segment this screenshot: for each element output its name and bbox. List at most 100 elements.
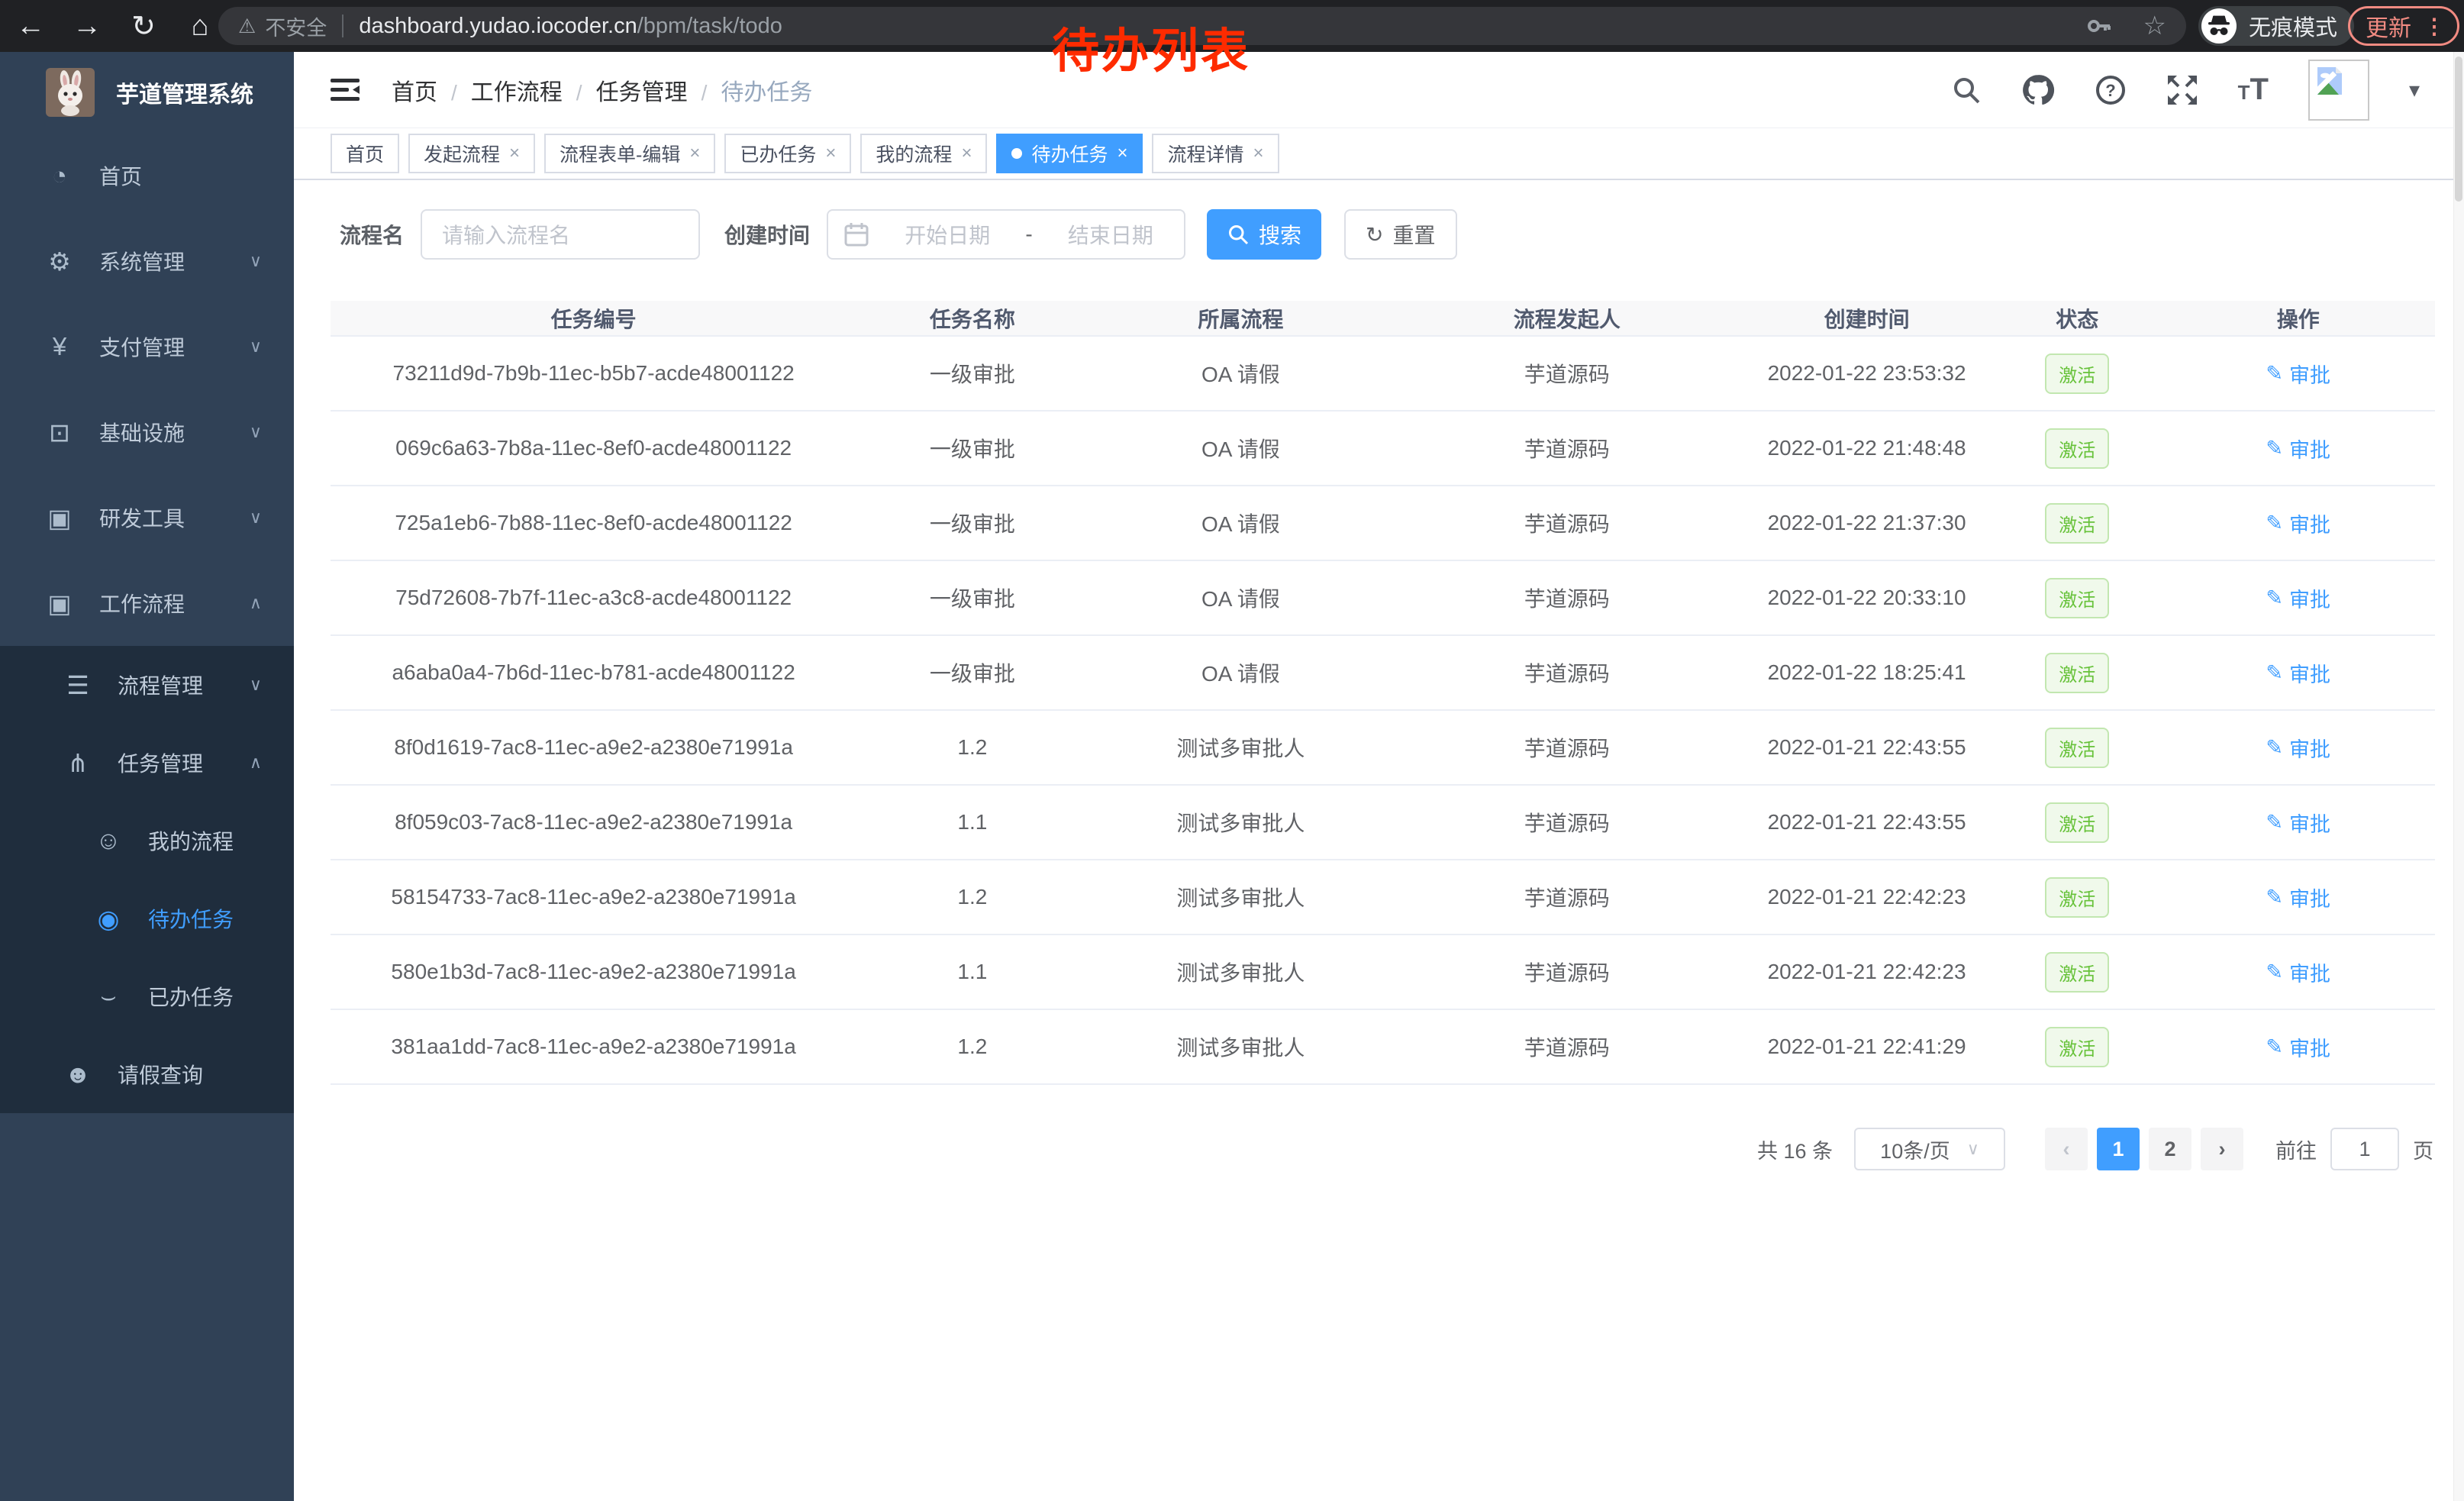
sidebar-item-label: 系统管理: [99, 246, 185, 276]
page-number-button[interactable]: 2: [2149, 1128, 2191, 1170]
reload-icon[interactable]: ↻: [127, 9, 160, 44]
approve-button[interactable]: ✎ 审批: [2266, 1032, 2330, 1062]
sidebar-item[interactable]: ▣ 工作流程 ∧: [0, 560, 294, 646]
approve-button[interactable]: ✎ 审批: [2266, 583, 2330, 613]
font-size-icon[interactable]: TT: [2238, 73, 2269, 107]
fullscreen-icon[interactable]: [2166, 74, 2198, 106]
starter-cell: 芋道源码: [1393, 657, 1740, 688]
key-icon[interactable]: [2085, 12, 2113, 40]
task-id-cell: 58154733-7ac8-11ec-a9e2-a2380e71991a: [331, 885, 856, 909]
table-row: 8f0d1619-7ac8-11ec-a9e2-a2380e71991a 1.2…: [331, 711, 2435, 786]
sidebar-item[interactable]: ☻ 请假查询: [0, 1035, 294, 1113]
back-icon[interactable]: ←: [14, 10, 47, 43]
sidebar-item[interactable]: ▣ 研发工具 ∨: [0, 475, 294, 560]
approve-label: 审批: [2289, 808, 2330, 838]
view-tab[interactable]: 我的流程 ×: [860, 134, 987, 173]
eye-icon: ◉: [92, 904, 125, 934]
sidebar-item[interactable]: ¥ 支付管理 ∨: [0, 304, 294, 389]
menu-dots-icon[interactable]: ⋮: [2424, 14, 2445, 39]
view-tab[interactable]: 流程详情 ×: [1152, 134, 1279, 173]
gauge-icon: ◔: [43, 161, 76, 190]
create-time-cell: 2022-01-22 20:33:10: [1740, 586, 1993, 610]
column-header: 操作: [2162, 303, 2435, 334]
prev-page-button[interactable]: ‹: [2045, 1128, 2088, 1170]
sidebar-item[interactable]: ☺ 我的流程: [0, 802, 294, 880]
breadcrumb-item[interactable]: 待办任务: [688, 73, 813, 107]
sidebar-item[interactable]: ◉ 待办任务: [0, 880, 294, 957]
sidebar-menu: ◔ 首页 ⚙ 系统管理 ∨ ¥ 支付管理 ∨ ⊡ 基础设施 ∨: [0, 133, 294, 1113]
view-tab[interactable]: 首页 ×: [331, 134, 399, 173]
help-icon[interactable]: ?: [2095, 74, 2127, 106]
process-name-input[interactable]: 请输入流程名: [421, 209, 700, 260]
sidebar-item[interactable]: ⚙ 系统管理 ∨: [0, 218, 294, 304]
create-time-cell: 2022-01-22 23:53:32: [1740, 361, 1993, 386]
view-tab[interactable]: 已办任务 ×: [724, 134, 851, 173]
approve-label: 审批: [2289, 434, 2330, 463]
scrollbar[interactable]: [2453, 52, 2464, 1501]
approve-button[interactable]: ✎ 审批: [2266, 733, 2330, 763]
approve-button[interactable]: ✎ 审批: [2266, 883, 2330, 912]
approve-label: 审批: [2289, 508, 2330, 538]
close-icon[interactable]: ×: [509, 143, 520, 164]
close-icon[interactable]: ×: [825, 143, 836, 164]
close-icon[interactable]: ×: [1253, 143, 1264, 164]
view-tab[interactable]: 流程表单-编辑 ×: [544, 134, 715, 173]
breadcrumb-item[interactable]: 首页: [392, 73, 437, 107]
approve-button[interactable]: ✎ 审批: [2266, 434, 2330, 463]
breadcrumb-item[interactable]: 工作流程: [437, 73, 563, 107]
goto-page-input[interactable]: 1: [2330, 1128, 2399, 1170]
sidebar-item[interactable]: ⌣ 已办任务: [0, 957, 294, 1035]
sidebar-item[interactable]: ⊡ 基础设施 ∨: [0, 389, 294, 475]
search-button[interactable]: 搜索: [1207, 209, 1321, 260]
sidebar-item[interactable]: ◔ 首页: [0, 133, 294, 218]
tab-label: 流程详情: [1167, 140, 1243, 167]
task-name-cell: 1.2: [856, 1035, 1088, 1059]
hamburger-icon[interactable]: [331, 76, 361, 104]
table-row: 58154733-7ac8-11ec-a9e2-a2380e71991a 1.2…: [331, 860, 2435, 935]
chevron-icon: ∨: [250, 337, 262, 357]
process-cell: OA 请假: [1088, 433, 1394, 463]
date-range-input[interactable]: 开始日期 - 结束日期: [827, 209, 1185, 260]
home-icon[interactable]: ⌂: [183, 10, 217, 43]
chevron-icon: ∨: [250, 422, 262, 442]
task-name-cell: 一级审批: [856, 657, 1088, 688]
table-row: 069c6a63-7b8a-11ec-8ef0-acde48001122 一级审…: [331, 412, 2435, 486]
sidebar-item-label: 首页: [99, 160, 142, 191]
close-icon[interactable]: ×: [1117, 143, 1127, 164]
approve-button[interactable]: ✎ 审批: [2266, 508, 2330, 538]
breadcrumb-item[interactable]: 任务管理: [563, 73, 688, 107]
approve-label: 审批: [2289, 957, 2330, 987]
reset-button[interactable]: ↻ 重置: [1344, 209, 1456, 260]
column-header: 所属流程: [1088, 303, 1394, 334]
starter-cell: 芋道源码: [1393, 508, 1740, 538]
sidebar-item[interactable]: ☰ 流程管理 ∨: [0, 646, 294, 724]
view-tab[interactable]: 发起流程 ×: [408, 134, 535, 173]
bookmark-star-icon[interactable]: ☆: [2143, 11, 2166, 41]
page-size-select[interactable]: 10条/页 ∨: [1854, 1128, 2005, 1170]
next-page-button[interactable]: ›: [2201, 1128, 2243, 1170]
approve-button[interactable]: ✎ 审批: [2266, 359, 2330, 389]
github-icon[interactable]: [2021, 73, 2055, 107]
page-number-button[interactable]: 1: [2097, 1128, 2140, 1170]
approve-button[interactable]: ✎ 审批: [2266, 808, 2330, 838]
caret-down-icon[interactable]: ▾: [2409, 77, 2420, 102]
search-icon[interactable]: [1951, 75, 1982, 105]
approve-button[interactable]: ✎ 审批: [2266, 658, 2330, 688]
close-icon[interactable]: ×: [961, 143, 972, 164]
robot-icon: ☺: [92, 826, 125, 855]
forward-icon[interactable]: →: [70, 10, 104, 43]
page-unit-label: 页: [2413, 1135, 2433, 1164]
search-icon: [1227, 223, 1250, 246]
close-icon[interactable]: ×: [689, 143, 700, 164]
update-button[interactable]: 更新 ⋮: [2348, 6, 2459, 46]
view-tab[interactable]: 待办任务 ×: [996, 134, 1143, 173]
scrollbar-thumb[interactable]: [2455, 56, 2462, 202]
avatar[interactable]: [2308, 60, 2369, 121]
sidebar-item-label: 工作流程: [99, 588, 185, 618]
app-logo-row[interactable]: 芋道管理系统: [0, 52, 294, 133]
task-name-cell: 1.1: [856, 810, 1088, 834]
approve-button[interactable]: ✎ 审批: [2266, 957, 2330, 987]
table-row: 75d72608-7b7f-11ec-a3c8-acde48001122 一级审…: [331, 561, 2435, 636]
sidebar-item[interactable]: ⋔ 任务管理 ∧: [0, 724, 294, 802]
sidebar-item-label: 请假查询: [118, 1059, 203, 1089]
